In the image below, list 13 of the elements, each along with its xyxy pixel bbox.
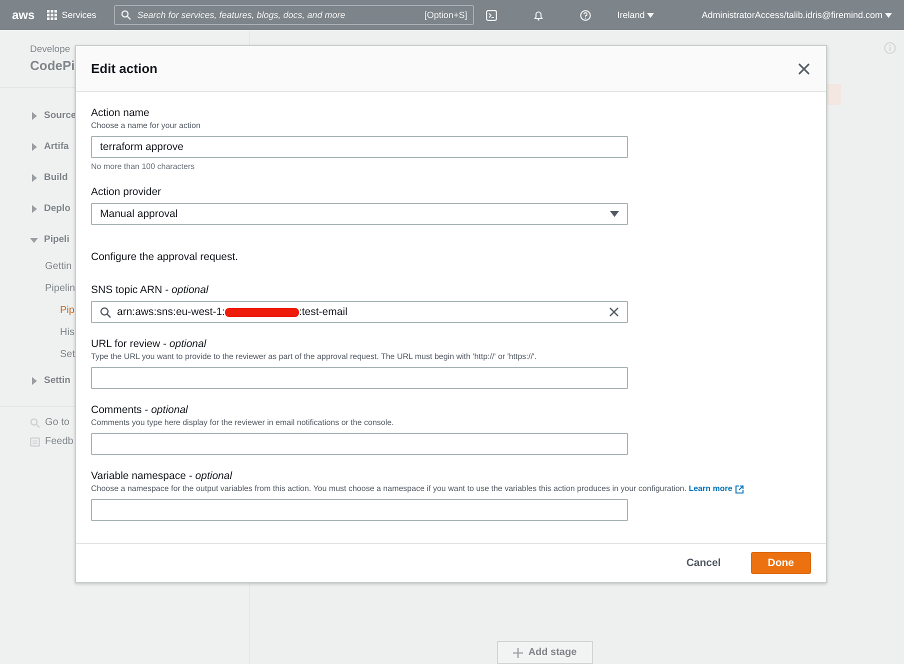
field-description: Comments you type here display for the reviewer in email notifications or the console. bbox=[91, 417, 395, 429]
dialog-title: Edit action bbox=[91, 61, 158, 76]
instruction-text: Configure the approval request. bbox=[91, 251, 240, 263]
field-label: URL for review - optional bbox=[91, 337, 208, 351]
field-label: Action provider bbox=[91, 185, 162, 199]
field-label: Action name bbox=[91, 106, 150, 120]
field-label: SNS topic ARN - optional bbox=[91, 283, 210, 297]
field-label: Variable namespace - optional bbox=[91, 469, 234, 483]
field-description: Choose a name for your action bbox=[91, 120, 202, 132]
field-description: Choose a namespace for the output variables from this action. You must choose a namespace if you want to use the variables this action produces in your configuration. Learn more bbox=[91, 483, 811, 495]
field-description: Type the URL you want to provide to the reviewer as part of the approval request. The URL must begin with 'http://' or 'https://'. bbox=[91, 351, 538, 363]
field-hint: No more than 100 characters bbox=[91, 162, 196, 171]
field-label: Comments - optional bbox=[91, 403, 189, 417]
